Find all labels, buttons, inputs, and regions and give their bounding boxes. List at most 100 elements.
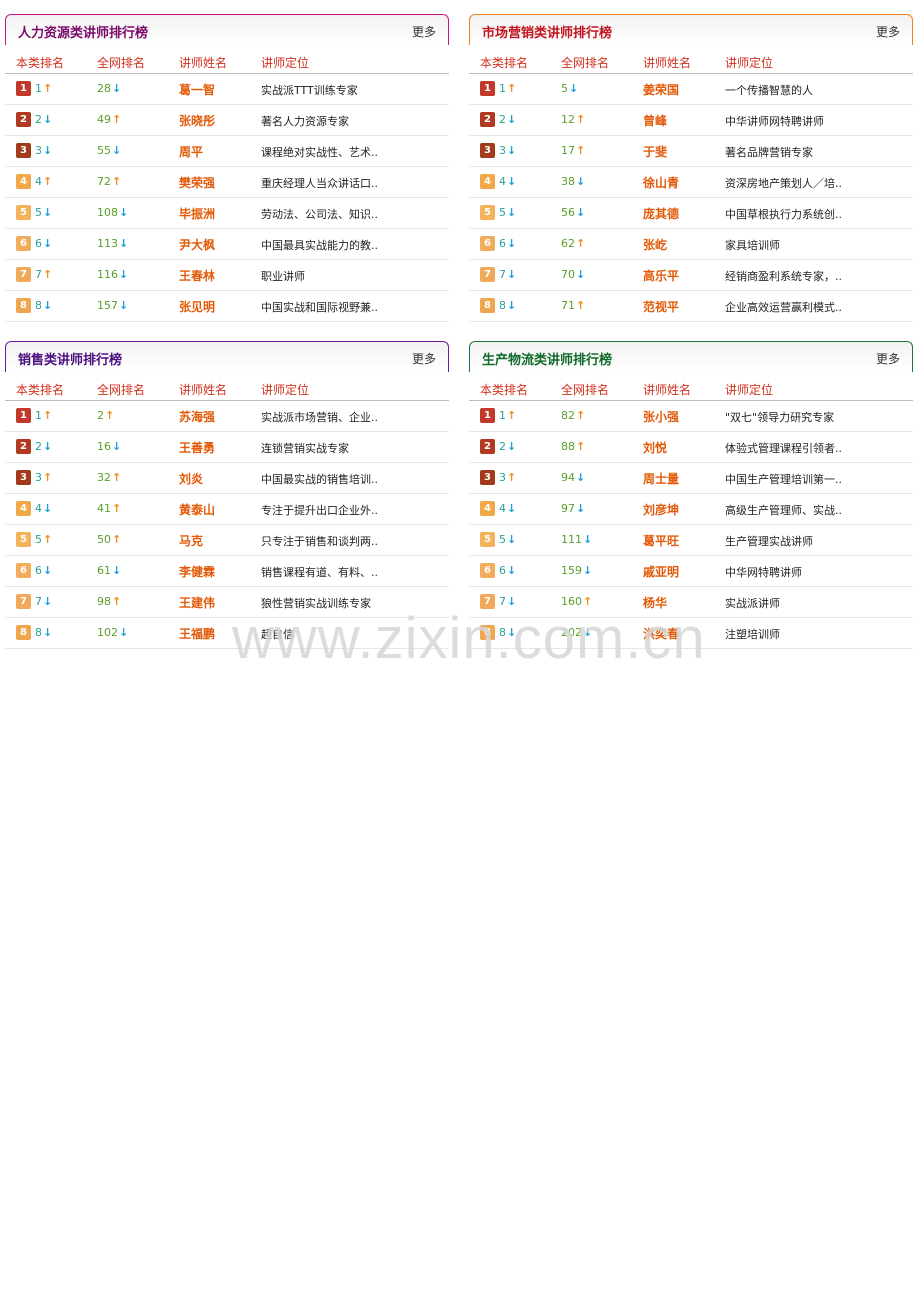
- lecturer-name-link[interactable]: 樊荣强: [179, 174, 215, 191]
- overall-rank-value: 32: [97, 471, 111, 484]
- category-rank-header: 本类排名: [480, 56, 529, 70]
- lecturer-name-link[interactable]: 王福鹏: [179, 625, 215, 642]
- lecturer-name-link[interactable]: 王善勇: [179, 439, 215, 456]
- lecturer-position: 中国实战和国际视野兼..: [261, 301, 378, 314]
- lecturer-name-link[interactable]: 杨华: [643, 594, 667, 611]
- arrow-down-icon: ↓: [43, 440, 53, 453]
- category-rank-value: 2: [35, 440, 42, 453]
- lecturer-name-link[interactable]: 张晓彤: [179, 112, 215, 129]
- table-row[interactable]: 1 1 ↑ 28 ↓ 葛一智 实战派TTT训练专家: [5, 74, 449, 105]
- lecturer-name-link[interactable]: 刘炎: [179, 470, 203, 487]
- lecturer-name-link[interactable]: 刘悦: [643, 439, 667, 456]
- table-row[interactable]: 2 2 ↓ 12 ↑ 曾峰 中华讲师网特聘讲师: [469, 105, 913, 136]
- rank-badge: 6: [16, 563, 31, 578]
- overall-rank-value: 97: [561, 502, 575, 515]
- lecturer-name-link[interactable]: 苏海强: [179, 408, 215, 425]
- lecturer-name-link[interactable]: 葛平旺: [643, 532, 679, 549]
- lecturer-name-link[interactable]: 毕振洲: [179, 205, 215, 222]
- lecturer-name-link[interactable]: 姜荣国: [643, 81, 679, 98]
- table-row[interactable]: 2 2 ↓ 88 ↑ 刘悦 体验式管理课程引领者..: [469, 432, 913, 463]
- table-row[interactable]: 8 8 ↓ 202 ↓ 洪奕春 注塑培训师: [469, 618, 913, 649]
- table-row[interactable]: 5 5 ↓ 56 ↓ 庞其德 中国草根执行力系统创..: [469, 198, 913, 229]
- lecturer-name-link[interactable]: 范视平: [643, 298, 679, 315]
- table-row[interactable]: 1 1 ↑ 82 ↑ 张小强 "双七"领导力研究专家: [469, 401, 913, 432]
- overall-rank-header: 全网排名: [97, 383, 146, 397]
- table-row[interactable]: 7 7 ↑ 116 ↓ 王春林 职业讲师: [5, 260, 449, 291]
- table-row[interactable]: 8 8 ↓ 71 ↑ 范视平 企业高效运营赢利模式..: [469, 291, 913, 322]
- table-row[interactable]: 4 4 ↑ 72 ↑ 樊荣强 重庆经理人当众讲话口..: [5, 167, 449, 198]
- lecturer-name-link[interactable]: 刘彦坤: [643, 501, 679, 518]
- lecturer-name-link[interactable]: 周士量: [643, 470, 679, 487]
- lecturer-name-link[interactable]: 庞其德: [643, 205, 679, 222]
- lecturer-name-header: 讲师姓名: [179, 56, 228, 70]
- table-row[interactable]: 2 2 ↓ 16 ↓ 王善勇 连锁营销实战专家: [5, 432, 449, 463]
- arrow-down-icon: ↓: [43, 502, 53, 515]
- overall-rank-header: 全网排名: [561, 383, 610, 397]
- table-row[interactable]: 2 2 ↓ 49 ↑ 张晓彤 著名人力资源专家: [5, 105, 449, 136]
- table-row[interactable]: 5 5 ↓ 111 ↓ 葛平旺 生产管理实战讲师: [469, 525, 913, 556]
- overall-rank-value: 102: [97, 626, 118, 639]
- arrow-down-icon: ↓: [43, 113, 53, 126]
- table-row[interactable]: 6 6 ↓ 113 ↓ 尹大枫 中国最具实战能力的教..: [5, 229, 449, 260]
- table-row[interactable]: 4 4 ↓ 38 ↓ 徐山青 资深房地产策划人／培..: [469, 167, 913, 198]
- lecturer-name-link[interactable]: 于斐: [643, 143, 667, 160]
- table-row[interactable]: 5 5 ↑ 50 ↑ 马克 只专注于销售和谈判两..: [5, 525, 449, 556]
- overall-rank-value: 56: [561, 206, 575, 219]
- table-row[interactable]: 1 1 ↑ 2 ↑ 苏海强 实战派市场营销、企业..: [5, 401, 449, 432]
- arrow-up-icon: ↑: [576, 440, 586, 453]
- arrow-up-icon: ↑: [112, 175, 122, 188]
- lecturer-name-link[interactable]: 戚亚明: [643, 563, 679, 580]
- category-rank-value: 2: [499, 113, 506, 126]
- table-row[interactable]: 6 6 ↓ 62 ↑ 张屹 家具培训师: [469, 229, 913, 260]
- lecturer-name-link[interactable]: 李健霖: [179, 563, 215, 580]
- more-link[interactable]: 更多: [412, 23, 436, 40]
- lecturer-name-link[interactable]: 周平: [179, 143, 203, 160]
- table-row[interactable]: 5 5 ↓ 108 ↓ 毕振洲 劳动法、公司法、知识..: [5, 198, 449, 229]
- panel-title: 生产物流类讲师排行榜: [482, 353, 613, 368]
- overall-rank-value: 159: [561, 564, 582, 577]
- lecturer-position: 资深房地产策划人／培..: [725, 177, 842, 190]
- lecturer-name-link[interactable]: 张小强: [643, 408, 679, 425]
- more-link[interactable]: 更多: [876, 23, 900, 40]
- table-row[interactable]: 3 3 ↑ 94 ↓ 周士量 中国生产管理培训第一..: [469, 463, 913, 494]
- table-row[interactable]: 8 8 ↓ 102 ↓ 王福鹏 超自信: [5, 618, 449, 649]
- lecturer-name-link[interactable]: 王建伟: [179, 594, 215, 611]
- more-link[interactable]: 更多: [412, 350, 436, 367]
- arrow-down-icon: ↓: [43, 626, 53, 639]
- arrow-down-icon: ↓: [119, 237, 129, 250]
- more-link[interactable]: 更多: [876, 350, 900, 367]
- category-rank-value: 3: [499, 144, 506, 157]
- category-rank-value: 5: [499, 533, 506, 546]
- lecturer-name-link[interactable]: 张屹: [643, 236, 667, 253]
- lecturer-name-link[interactable]: 葛一智: [179, 81, 215, 98]
- table-row[interactable]: 4 4 ↓ 41 ↑ 黄泰山 专注于提升出口企业外..: [5, 494, 449, 525]
- lecturer-name-link[interactable]: 洪奕春: [643, 625, 679, 642]
- table-row[interactable]: 7 7 ↓ 70 ↓ 高乐平 经销商盈利系统专家，..: [469, 260, 913, 291]
- lecturer-name-link[interactable]: 马克: [179, 532, 203, 549]
- table-row[interactable]: 1 1 ↑ 5 ↓ 姜荣国 一个传播智慧的人: [469, 74, 913, 105]
- category-rank-header: 本类排名: [16, 56, 65, 70]
- table-row[interactable]: 6 6 ↓ 61 ↓ 李健霖 销售课程有道、有料、..: [5, 556, 449, 587]
- table-row[interactable]: 7 7 ↓ 160 ↑ 杨华 实战派讲师: [469, 587, 913, 618]
- table-row[interactable]: 3 3 ↓ 55 ↓ 周平 课程绝对实战性、艺术..: [5, 136, 449, 167]
- lecturer-name-link[interactable]: 高乐平: [643, 267, 679, 284]
- arrow-up-icon: ↑: [507, 82, 517, 95]
- table-row[interactable]: 3 3 ↓ 17 ↑ 于斐 著名品牌营销专家: [469, 136, 913, 167]
- category-rank-value: 6: [35, 564, 42, 577]
- lecturer-name-link[interactable]: 尹大枫: [179, 236, 215, 253]
- lecturer-name-link[interactable]: 张见明: [179, 298, 215, 315]
- table-row[interactable]: 8 8 ↓ 157 ↓ 张见明 中国实战和国际视野兼..: [5, 291, 449, 322]
- column-headers: 本类排名 全网排名 讲师姓名 讲师定位: [469, 45, 913, 74]
- lecturer-name-link[interactable]: 王春林: [179, 267, 215, 284]
- table-row[interactable]: 4 4 ↓ 97 ↓ 刘彦坤 高级生产管理师、实战..: [469, 494, 913, 525]
- table-row[interactable]: 7 7 ↓ 98 ↑ 王建伟 狼性营销实战训练专家: [5, 587, 449, 618]
- table-row[interactable]: 6 6 ↓ 159 ↓ 戚亚明 中华网特聘讲师: [469, 556, 913, 587]
- arrow-down-icon: ↓: [112, 564, 122, 577]
- table-row[interactable]: 3 3 ↑ 32 ↑ 刘炎 中国最实战的销售培训..: [5, 463, 449, 494]
- lecturer-name-link[interactable]: 黄泰山: [179, 501, 215, 518]
- overall-rank-value: 116: [97, 268, 118, 281]
- lecturer-name-link[interactable]: 徐山青: [643, 174, 679, 191]
- lecturer-position: 只专注于销售和谈判两..: [261, 535, 378, 548]
- lecturer-position-header: 讲师定位: [725, 56, 774, 70]
- lecturer-name-link[interactable]: 曾峰: [643, 112, 667, 129]
